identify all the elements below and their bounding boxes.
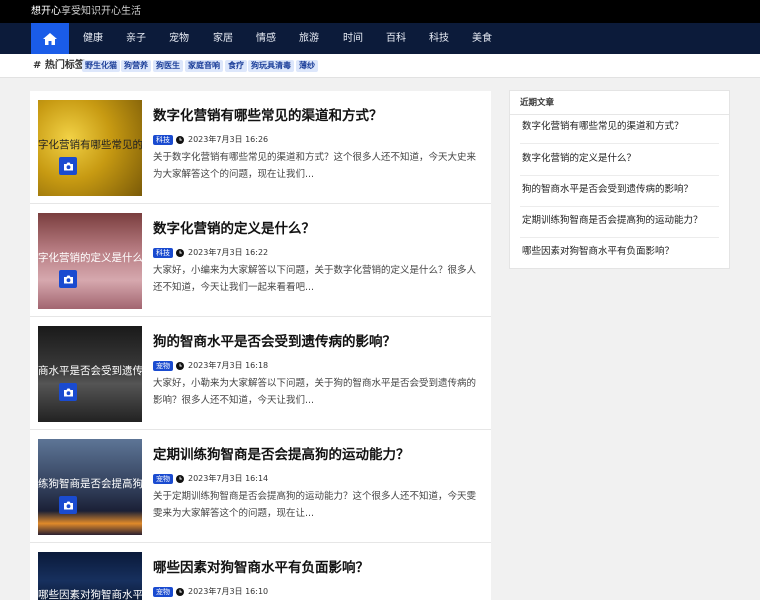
post-excerpt: 关于定期训练狗智商是否会提高狗的运动能力？这个很多人还不知道，今天雯雯来为大家解… [153,491,477,519]
category-badge[interactable]: 宠物 [153,360,173,371]
thumbnail-caption: 商水平是否会受到遗传病的 [38,365,142,377]
post-meta: 宠物 2023年7月3日 16:18 [153,360,268,371]
category-badge[interactable]: 科技 [153,247,173,258]
post-date: 2023年7月3日 16:10 [188,587,269,596]
nav-item-time[interactable]: 时间 [343,23,363,54]
post-thumbnail[interactable]: 字化营销的定义是什么 [38,213,142,309]
nav-item-pets[interactable]: 宠物 [169,23,189,54]
post-meta: 宠物 2023年7月3日 16:14 [153,473,268,484]
clock-icon [176,361,184,370]
post-thumbnail[interactable]: 商水平是否会受到遗传病的 [38,326,142,422]
divider [510,114,729,115]
thumbnail-caption: 练狗智商是否会提高狗的运动 [38,478,142,490]
nav-item-parenting[interactable]: 亲子 [126,23,146,54]
hot-tag[interactable]: 野生化猫 [82,60,120,72]
divider [520,237,719,238]
post-card: 练狗智商是否会提高狗的运动 定期训练狗智商是否会提高狗的运动能力？ 宠物 202… [30,430,491,543]
post-title[interactable]: 定期训练狗智商是否会提高狗的运动能力？ [153,446,410,464]
post-meta: 宠物 2023年7月3日 16:10 [153,586,268,597]
nav-home-button[interactable] [31,23,69,54]
hot-tag[interactable]: 薄纱 [296,60,318,72]
post-card: 商水平是否会受到遗传病的 狗的智商水平是否会受到遗传病的影响？ 宠物 2023年… [30,317,491,430]
camera-icon [59,270,77,288]
home-icon [43,32,57,45]
post-date: 2023年7月3日 16:14 [188,474,269,483]
nav-item-wiki[interactable]: 百科 [386,23,406,54]
post-excerpt: 关于数字化营销有哪些常见的渠道和方式？这个很多人还不知道，今天大史来为大家解答这… [153,152,477,180]
post-meta: 科技 2023年7月3日 16:26 [153,134,268,145]
recent-post-link[interactable]: 数字化营销有哪些常见的渠道和方式？ [522,121,684,133]
nav-item-home[interactable]: 家居 [213,23,233,54]
hot-tags-label: # 热门标签 [33,60,85,71]
clock-icon [176,587,184,596]
post-date: 2023年7月3日 16:26 [188,135,269,144]
post-thumbnail[interactable]: 练狗智商是否会提高狗的运动 [38,439,142,535]
divider [520,143,719,144]
divider [520,206,719,207]
hot-tag[interactable]: 狗医生 [153,60,183,72]
nav-item-travel[interactable]: 旅游 [299,23,319,54]
category-badge[interactable]: 宠物 [153,586,173,597]
clock-icon [176,248,184,257]
post-date: 2023年7月3日 16:18 [188,361,269,370]
brand-sub: 享受知识开心生活 [61,6,141,17]
clock-icon [176,474,184,483]
clock-icon [176,135,184,144]
post-card: 字化营销的定义是什么 数字化营销的定义是什么？ 科技 2023年7月3日 16:… [30,204,491,317]
recent-posts-heading: 近期文章 [520,98,555,108]
camera-icon [59,157,77,175]
post-title[interactable]: 哪些因素对狗智商水平有负面影响？ [153,559,369,577]
nav-item-food[interactable]: 美食 [472,23,492,54]
post-card: 哪些因素对狗智商水平有负面 哪些因素对狗智商水平有负面影响？ 宠物 2023年7… [30,543,491,600]
post-meta: 科技 2023年7月3日 16:22 [153,247,268,258]
nav-item-health[interactable]: 健康 [83,23,103,54]
thumbnail-caption: 字化营销的定义是什么 [38,252,142,264]
thumbnail-caption: 字化营销有哪些常见的渠道和 [38,139,142,151]
divider [520,175,719,176]
recent-post-link[interactable]: 哪些因素对狗智商水平有负面影响？ [522,246,674,258]
post-title[interactable]: 狗的智商水平是否会受到遗传病的影响？ [153,333,396,351]
recent-post-link[interactable]: 数字化营销的定义是什么？ [522,153,636,165]
thumbnail-caption: 哪些因素对狗智商水平有负面 [38,589,142,600]
post-title[interactable]: 数字化营销有哪些常见的渠道和方式？ [153,107,383,125]
category-badge[interactable]: 科技 [153,134,173,145]
nav-item-tech[interactable]: 科技 [429,23,449,54]
top-bar: 想开心享受知识开心生活 [0,0,760,23]
post-excerpt: 大家好，小编来为大家解答以下问题，关于数字化营销的定义是什么？很多人还不知道，今… [153,265,477,293]
brand-main: 想开心 [31,6,61,17]
recent-post-link[interactable]: 狗的智商水平是否会受到遗传病的影响？ [522,184,693,196]
hot-tag[interactable]: 狗营养 [121,60,151,72]
post-date: 2023年7月3日 16:22 [188,248,269,257]
post-excerpt: 大家好，小勒来为大家解答以下问题，关于狗的智商水平是否会受到遗传病的影响？很多人… [153,378,477,406]
hot-tag[interactable]: 狗玩具清毒 [248,60,294,72]
nav-item-emotion[interactable]: 情感 [256,23,276,54]
post-card: 字化营销有哪些常见的渠道和 数字化营销有哪些常见的渠道和方式？ 科技 2023年… [30,91,491,204]
camera-icon [59,496,77,514]
hot-tag[interactable]: 食疗 [225,60,247,72]
hot-tag[interactable]: 家庭音响 [185,60,223,72]
post-thumbnail[interactable]: 字化营销有哪些常见的渠道和 [38,100,142,196]
hot-tags-bar: # 热门标签 野生化猫 狗营养 狗医生 家庭音响 食疗 狗玩具清毒 薄纱 [0,54,760,78]
category-badge[interactable]: 宠物 [153,473,173,484]
recent-posts-widget: 近期文章 数字化营销有哪些常见的渠道和方式？ 数字化营销的定义是什么？ 狗的智商… [509,90,730,269]
post-title[interactable]: 数字化营销的定义是什么？ [153,220,315,238]
recent-post-link[interactable]: 定期训练狗智商是否会提高狗的运动能力？ [522,215,703,227]
main-nav: 健康 亲子 宠物 家居 情感 旅游 时间 百科 科技 美食 [0,23,760,54]
camera-icon [59,383,77,401]
site-brand[interactable]: 想开心享受知识开心生活 [31,5,141,18]
post-thumbnail[interactable]: 哪些因素对狗智商水平有负面 [38,552,142,600]
